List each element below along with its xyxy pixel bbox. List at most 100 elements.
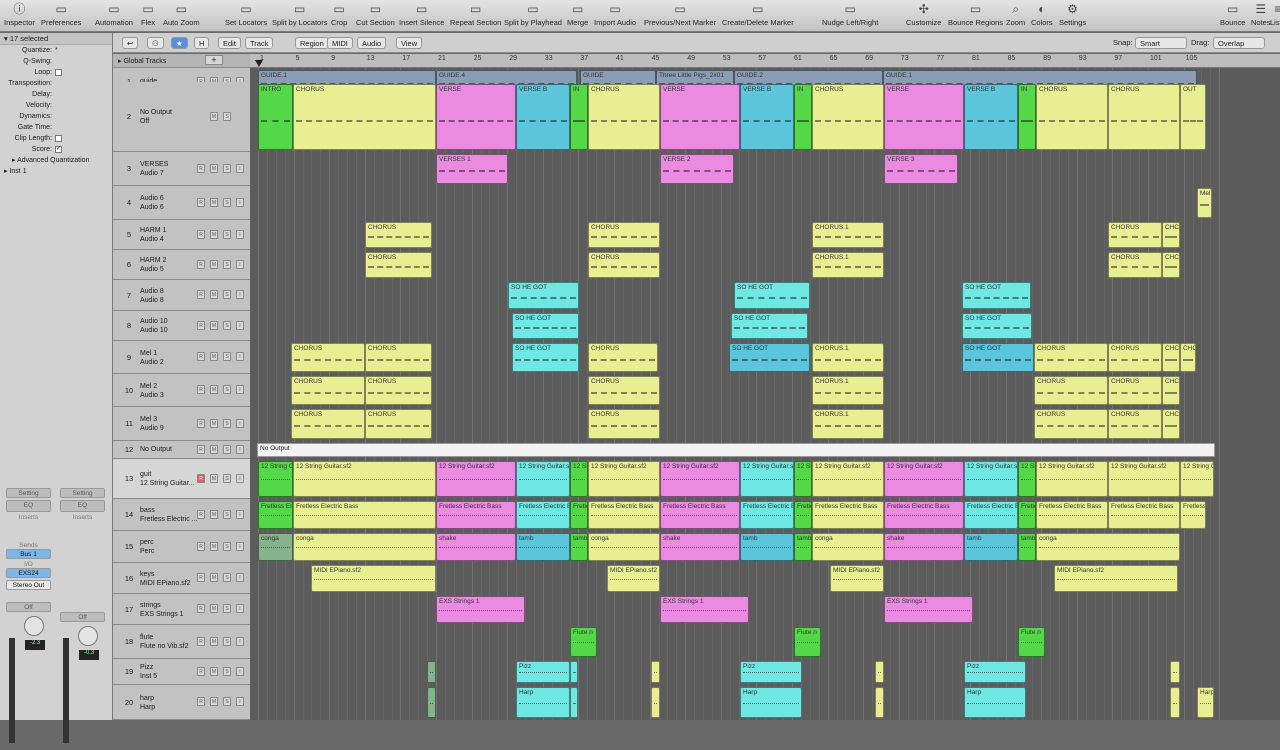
region[interactable]: Fretless Electric Bass <box>1018 501 1036 529</box>
region[interactable]: CHORUS <box>1108 252 1162 278</box>
record-button[interactable]: R <box>197 604 205 613</box>
settings-button[interactable]: ⚙ Settings <box>1059 1 1086 31</box>
record-button[interactable]: R <box>197 444 205 454</box>
region[interactable]: Harp <box>740 687 802 718</box>
record-button[interactable]: R <box>197 197 205 207</box>
region[interactable]: CHORUS <box>588 84 660 150</box>
customize-button[interactable]: ✣ Customize <box>906 1 941 31</box>
track-name[interactable]: Pizz <box>140 664 153 671</box>
insert-silence-button[interactable]: ▭ Insert Silence <box>399 1 444 31</box>
region[interactable]: SO HE GOT <box>508 282 579 309</box>
back-icon[interactable]: ↩ <box>122 37 139 49</box>
track-header-20[interactable]: 20 harp Harp R M S I <box>113 685 250 720</box>
mute-button[interactable]: M <box>210 541 218 551</box>
pan-knob[interactable] <box>24 616 44 636</box>
region[interactable]: IN <box>1018 84 1036 150</box>
mute-button[interactable]: M <box>210 385 218 394</box>
region[interactable]: MIDI EPiano.sf2 <box>1054 565 1178 592</box>
record-button[interactable]: R <box>197 320 205 330</box>
region[interactable]: Pizz <box>964 661 1026 683</box>
hide-icon[interactable]: H <box>194 37 210 49</box>
create-delete-marker-button[interactable]: ▭ Create/Delete Marker <box>722 1 794 31</box>
record-button[interactable]: R <box>197 541 205 551</box>
region[interactable]: Flute n <box>1018 627 1045 657</box>
mute-button[interactable]: M <box>210 509 218 519</box>
region[interactable]: shake <box>660 533 740 561</box>
region[interactable]: Flute n <box>794 627 821 657</box>
region[interactable]: 12 String Guitar.sf2 <box>812 461 884 497</box>
catch-icon[interactable]: ★ <box>171 37 188 49</box>
pan-knob[interactable] <box>78 626 98 646</box>
region[interactable]: CHORUS <box>1108 409 1162 439</box>
region[interactable]: 12 String Guitar.sf2 <box>436 461 516 497</box>
region[interactable]: VERSE B <box>964 84 1018 150</box>
region[interactable]: CHORUS <box>588 222 660 248</box>
track-name[interactable]: No Output <box>140 109 172 116</box>
region[interactable]: tamb <box>794 533 812 561</box>
region[interactable]: VERSE <box>884 84 964 150</box>
region[interactable] <box>1170 687 1180 718</box>
menu-audio[interactable]: Audio <box>357 37 387 49</box>
param-checkbox[interactable]: ✓ <box>55 145 62 153</box>
region[interactable]: Harp <box>516 687 570 718</box>
preferences-button[interactable]: ▭ Preferences <box>41 1 81 31</box>
region[interactable]: shake <box>884 533 964 561</box>
input-button[interactable]: I <box>236 229 244 239</box>
folder-region[interactable]: No Output <box>257 443 1215 457</box>
track-name[interactable]: flute <box>140 634 153 641</box>
region[interactable]: conga <box>588 533 660 561</box>
region[interactable] <box>875 687 884 718</box>
previous-next-marker-button[interactable]: ▭ Previous/Next Marker <box>644 1 716 31</box>
mute-button[interactable]: M <box>210 111 218 121</box>
region[interactable] <box>427 687 436 718</box>
record-button[interactable]: R <box>197 229 205 239</box>
mute-button[interactable]: M <box>210 666 218 676</box>
record-button[interactable]: R <box>197 573 205 582</box>
region[interactable]: VERSE B <box>740 84 794 150</box>
region[interactable]: Fretless Electric Bass <box>293 501 436 529</box>
param-checkbox[interactable] <box>55 134 62 142</box>
menu-edit[interactable]: Edit <box>218 37 241 49</box>
input-button[interactable]: I <box>236 573 244 582</box>
region[interactable]: CHORUS <box>365 222 432 248</box>
region[interactable]: CHORUS <box>291 409 365 439</box>
add-track-icon[interactable]: + <box>205 55 223 65</box>
region[interactable]: VERSES 1 <box>436 154 508 184</box>
mute-button[interactable]: M <box>210 197 218 207</box>
region[interactable]: CHORUS <box>588 343 658 372</box>
region[interactable]: conga <box>1036 533 1180 561</box>
region[interactable]: tamb <box>570 533 588 561</box>
region[interactable]: 12 String Guitar.sf2 <box>794 461 812 497</box>
region[interactable]: CHORUS <box>1108 222 1162 248</box>
region[interactable]: Fretless Electric Bass <box>588 501 660 529</box>
region[interactable]: CHC <box>1162 409 1180 439</box>
track-header-19[interactable]: 19 Pizz Inst 5 RMSI <box>113 659 250 685</box>
region[interactable]: CHC <box>1162 343 1180 372</box>
track-name[interactable]: Audio 6 <box>140 195 164 202</box>
solo-button[interactable]: S <box>223 636 231 646</box>
region[interactable]: Fretless Electric Bass <box>660 501 740 529</box>
crop-button[interactable]: ▭ Crop <box>331 1 347 31</box>
region[interactable]: Fretless Electric Bass <box>794 501 812 529</box>
input-button[interactable]: I <box>236 352 244 361</box>
track-name[interactable]: No Output <box>140 446 172 453</box>
region-param-row[interactable]: Transposition: <box>0 78 112 89</box>
input-button[interactable]: I <box>236 163 244 173</box>
region[interactable]: SO HE GOT <box>734 282 810 309</box>
region[interactable]: CHORUS <box>365 343 432 372</box>
input-button[interactable]: I <box>236 444 244 454</box>
menu-midi[interactable]: MIDI <box>327 37 353 49</box>
region[interactable]: CHC <box>1162 376 1180 405</box>
region-param-row[interactable]: Delay: <box>0 89 112 100</box>
region[interactable]: VERSE 3 <box>884 154 958 184</box>
mute-button[interactable]: M <box>210 444 218 454</box>
track-name[interactable]: Mel 1 <box>140 350 157 357</box>
track-header-12[interactable]: 12 No Output R M S I <box>113 441 250 459</box>
inst-row[interactable]: ▸ Inst 1 <box>0 166 112 177</box>
region[interactable] <box>570 687 578 718</box>
region[interactable]: EXS Strings 1 <box>436 596 525 623</box>
nudge-left-right-button[interactable]: ▭ Nudge Left/Right <box>822 1 878 31</box>
track-name[interactable]: HARM 2 <box>140 257 166 264</box>
region[interactable]: VERSE 2 <box>660 154 734 184</box>
solo-button[interactable]: S <box>223 604 231 613</box>
